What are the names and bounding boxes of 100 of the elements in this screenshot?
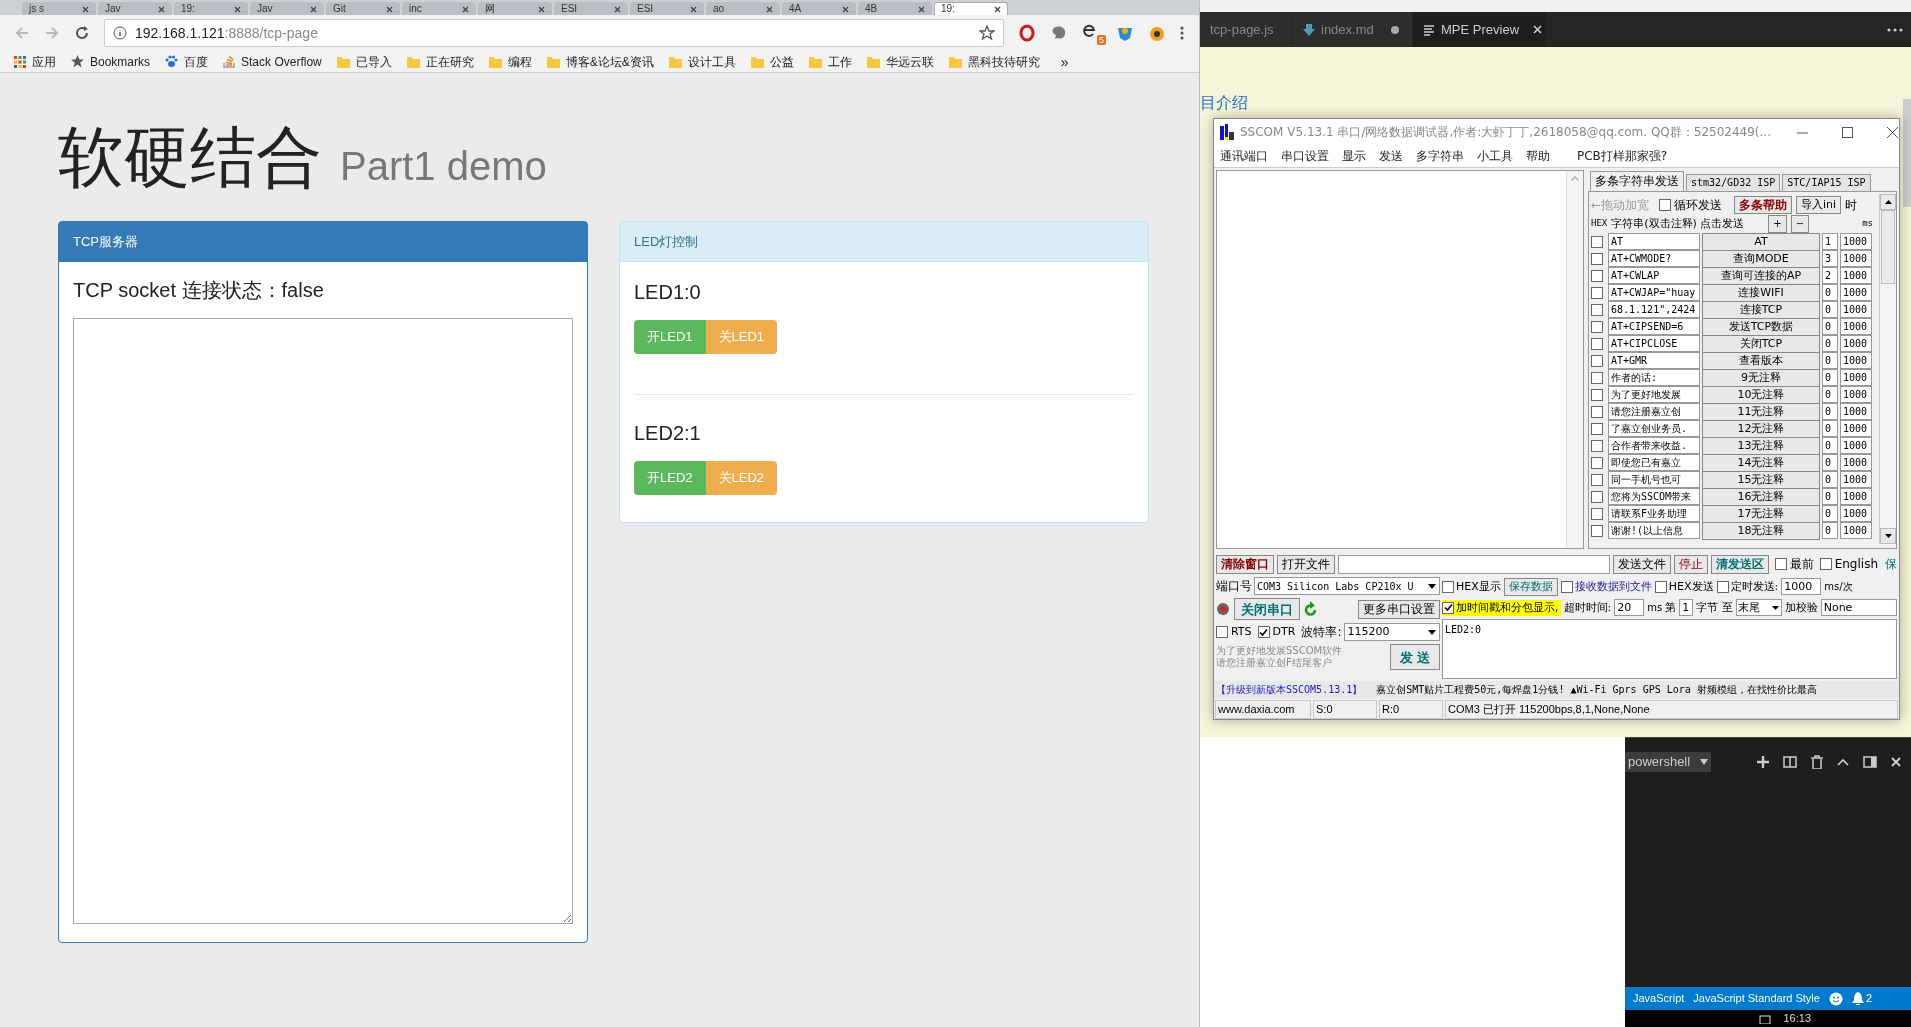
scrollbar-thumb[interactable] xyxy=(1903,99,1911,207)
menu-item[interactable]: 发送 xyxy=(1379,147,1403,166)
delay-field[interactable]: 1000 xyxy=(1840,454,1872,471)
checkbox[interactable] xyxy=(1659,198,1672,211)
split-icon[interactable] xyxy=(1783,756,1797,768)
command-field[interactable]: AT+CIPCLOSE xyxy=(1608,335,1700,352)
delay-field[interactable]: 1000 xyxy=(1840,318,1872,335)
bookmark[interactable]: 正在研究 xyxy=(406,52,474,71)
delay-field[interactable]: 1000 xyxy=(1840,471,1872,488)
plus-icon[interactable] xyxy=(1757,756,1769,768)
delay-field[interactable]: 1000 xyxy=(1840,522,1872,539)
browser-tab[interactable]: 4A xyxy=(782,2,856,15)
byte-field[interactable]: 1 xyxy=(1679,599,1694,617)
delay-field[interactable]: 1000 xyxy=(1840,437,1872,454)
checkbox[interactable] xyxy=(1591,456,1603,469)
menu-icon[interactable] xyxy=(1180,25,1184,41)
save-data-button[interactable]: 保存数据 xyxy=(1503,577,1558,596)
stop-button[interactable]: 停止 xyxy=(1673,554,1708,574)
order-field[interactable]: 0 xyxy=(1822,454,1838,471)
bookmark[interactable]: 应用 xyxy=(14,52,56,71)
import-button[interactable]: 导入ini xyxy=(1796,195,1842,214)
checkbox[interactable] xyxy=(1591,388,1603,401)
order-field[interactable]: 0 xyxy=(1822,420,1838,437)
eye-icon[interactable] xyxy=(1148,24,1166,42)
order-field[interactable]: 0 xyxy=(1822,437,1838,454)
clear-button[interactable]: 清除窗口 xyxy=(1216,554,1274,574)
bookmark[interactable]: 编程 xyxy=(488,52,532,71)
checkbox[interactable] xyxy=(1591,354,1603,367)
menu-item[interactable]: 多字符串 xyxy=(1416,147,1464,166)
smiley-icon[interactable] xyxy=(1828,991,1843,1006)
checkbox[interactable] xyxy=(1591,303,1603,316)
checkbox[interactable] xyxy=(1216,626,1228,639)
upgrade-link[interactable]: 【升级到新版本SSCOM5.13.1】 xyxy=(1216,682,1363,698)
checkbox[interactable] xyxy=(1442,601,1454,614)
delay-field[interactable]: 1000 xyxy=(1840,352,1872,369)
shell-dropdown[interactable]: powershell xyxy=(1625,752,1711,772)
file-path-field[interactable] xyxy=(1338,554,1610,574)
checkbox[interactable] xyxy=(1560,580,1573,593)
delay-field[interactable]: 1000 xyxy=(1840,505,1872,522)
checkbox[interactable] xyxy=(1591,473,1603,486)
checkbox[interactable] xyxy=(1819,558,1832,571)
command-field[interactable]: 68.1.121",2424 xyxy=(1608,301,1700,318)
status-item[interactable]: JavaScript xyxy=(1633,990,1685,1007)
browser-tab[interactable]: Jav xyxy=(98,2,172,15)
menu-item[interactable]: 显示 xyxy=(1342,147,1366,166)
checkbox[interactable] xyxy=(1591,422,1603,435)
checkbox[interactable] xyxy=(1591,286,1603,299)
bookmark[interactable]: 华远云联 xyxy=(866,52,934,71)
notifications-button[interactable]: 2 xyxy=(1851,990,1873,1007)
checkbox[interactable] xyxy=(1442,580,1454,593)
menu-item[interactable]: PCB打样那家强? xyxy=(1577,147,1668,166)
help-button[interactable]: 多条帮助 xyxy=(1734,195,1793,214)
baud-dropdown[interactable]: 115200 xyxy=(1344,623,1440,642)
send-button[interactable]: 发 送 xyxy=(1390,644,1440,671)
menu-item[interactable]: 串口设置 xyxy=(1281,147,1329,166)
command-field[interactable]: 作者的话: xyxy=(1608,369,1700,386)
command-field[interactable]: 了嘉立创业务员. xyxy=(1608,420,1700,437)
bookmark[interactable]: 博客&论坛&资讯 xyxy=(546,52,654,71)
send-area[interactable]: LED2:0 xyxy=(1442,619,1897,680)
order-field[interactable]: 0 xyxy=(1822,505,1838,522)
browser-tab[interactable]: 19: xyxy=(174,2,248,15)
maximize-icon[interactable] xyxy=(1842,126,1853,138)
clock[interactable]: 16:13 xyxy=(1783,1013,1811,1024)
order-field[interactable]: 0 xyxy=(1822,352,1838,369)
command-field[interactable]: 您将为SSCOM带来 xyxy=(1608,488,1700,505)
browser-tab[interactable]: ao xyxy=(706,2,780,15)
order-field[interactable]: 0 xyxy=(1822,488,1838,505)
editor-tab[interactable]: tcp-page.js xyxy=(1200,12,1293,47)
address-field[interactable]: 192.168.1.121:8888/tcp-page xyxy=(104,19,1004,47)
order-field[interactable]: 0 xyxy=(1822,403,1838,420)
command-field[interactable]: AT xyxy=(1608,233,1700,250)
command-field[interactable]: 同一手机号也可 xyxy=(1608,471,1700,488)
bookmark[interactable]: 黑科技待研究 xyxy=(948,52,1040,71)
checkbox[interactable] xyxy=(1716,580,1729,593)
tab[interactable]: 多条字符串发送 xyxy=(1590,170,1684,191)
remove-button[interactable]: − xyxy=(1790,215,1810,233)
checkbox[interactable] xyxy=(1591,405,1603,418)
editor-tab[interactable]: MPE Preview xyxy=(1413,12,1547,47)
browser-tab[interactable]: inc xyxy=(402,2,476,15)
order-field[interactable]: 0 xyxy=(1822,369,1838,386)
checkbox[interactable] xyxy=(1591,371,1603,384)
scrollbar[interactable] xyxy=(1879,193,1896,545)
checkbox[interactable] xyxy=(1591,337,1603,350)
more-settings-button[interactable]: 更多串口设置 xyxy=(1358,599,1440,619)
command-field[interactable]: AT+GMR xyxy=(1608,352,1700,369)
save-button[interactable]: 保 xyxy=(1885,555,1897,574)
bookmark[interactable]: Bookmarks xyxy=(71,52,151,71)
delay-field[interactable]: 1000 xyxy=(1840,420,1872,437)
editor-tab[interactable]: index.md xyxy=(1293,12,1413,47)
order-field[interactable]: 0 xyxy=(1822,301,1838,318)
browser-tab[interactable]: js s xyxy=(22,2,96,15)
command-field[interactable]: 请您注册嘉立创 xyxy=(1608,403,1700,420)
tray-icon[interactable] xyxy=(1759,1013,1772,1024)
order-field[interactable]: 0 xyxy=(1822,318,1838,335)
order-field[interactable]: 2 xyxy=(1822,267,1838,284)
preview-link[interactable]: 目介绍 xyxy=(1200,94,1248,111)
status-item[interactable]: JavaScript Standard Style xyxy=(1693,990,1820,1007)
delay-field[interactable]: 1000 xyxy=(1840,386,1872,403)
delay-field[interactable]: 1000 xyxy=(1840,233,1872,250)
send-button[interactable]: AT xyxy=(1702,232,1820,251)
